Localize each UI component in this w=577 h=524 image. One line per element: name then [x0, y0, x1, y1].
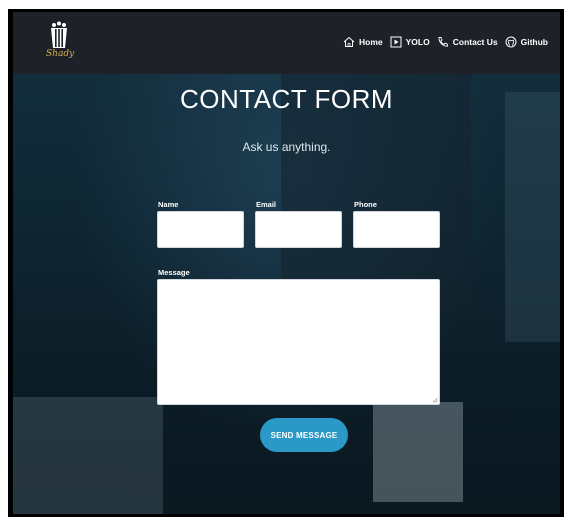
main-nav: Home YOLO Contact Us Github — [343, 36, 548, 48]
nav-item-home[interactable]: Home — [343, 36, 383, 48]
nav-item-contact[interactable]: Contact Us — [437, 36, 498, 48]
resize-handle-icon[interactable] — [432, 397, 438, 403]
background-cabinet — [373, 402, 463, 502]
play-icon — [390, 36, 402, 48]
nav-item-github[interactable]: Github — [505, 36, 548, 48]
nav-label: YOLO — [405, 37, 430, 47]
phone-field[interactable] — [353, 211, 440, 248]
page-frame: Shady Home YOLO Contact Us Github CONTAC… — [8, 9, 564, 517]
message-label: Message — [158, 268, 190, 277]
nav-label: Contact Us — [452, 37, 498, 47]
nav-label: Home — [359, 37, 383, 47]
email-field[interactable] — [255, 211, 342, 248]
page-title: CONTACT FORM — [179, 84, 394, 114]
top-navbar: Shady Home YOLO Contact Us Github — [13, 12, 560, 74]
send-message-button[interactable]: SEND MESSAGE — [260, 418, 348, 452]
background-window — [505, 92, 560, 342]
name-field[interactable] — [157, 211, 244, 248]
page-subtitle: Ask us anything. — [242, 140, 331, 154]
contact-page: Shady Home YOLO Contact Us Github CONTAC… — [13, 12, 560, 514]
home-icon — [343, 36, 355, 47]
name-label: Name — [158, 200, 179, 209]
email-label: Email — [256, 200, 277, 209]
github-icon — [505, 36, 517, 48]
background-desk — [13, 397, 163, 514]
phone-label: Phone — [354, 200, 377, 209]
message-field[interactable] — [157, 279, 440, 405]
nav-item-yolo[interactable]: YOLO — [390, 36, 430, 48]
nav-label: Github — [520, 37, 548, 47]
phone-icon — [438, 37, 448, 47]
brand-name[interactable]: Shady — [46, 49, 74, 59]
